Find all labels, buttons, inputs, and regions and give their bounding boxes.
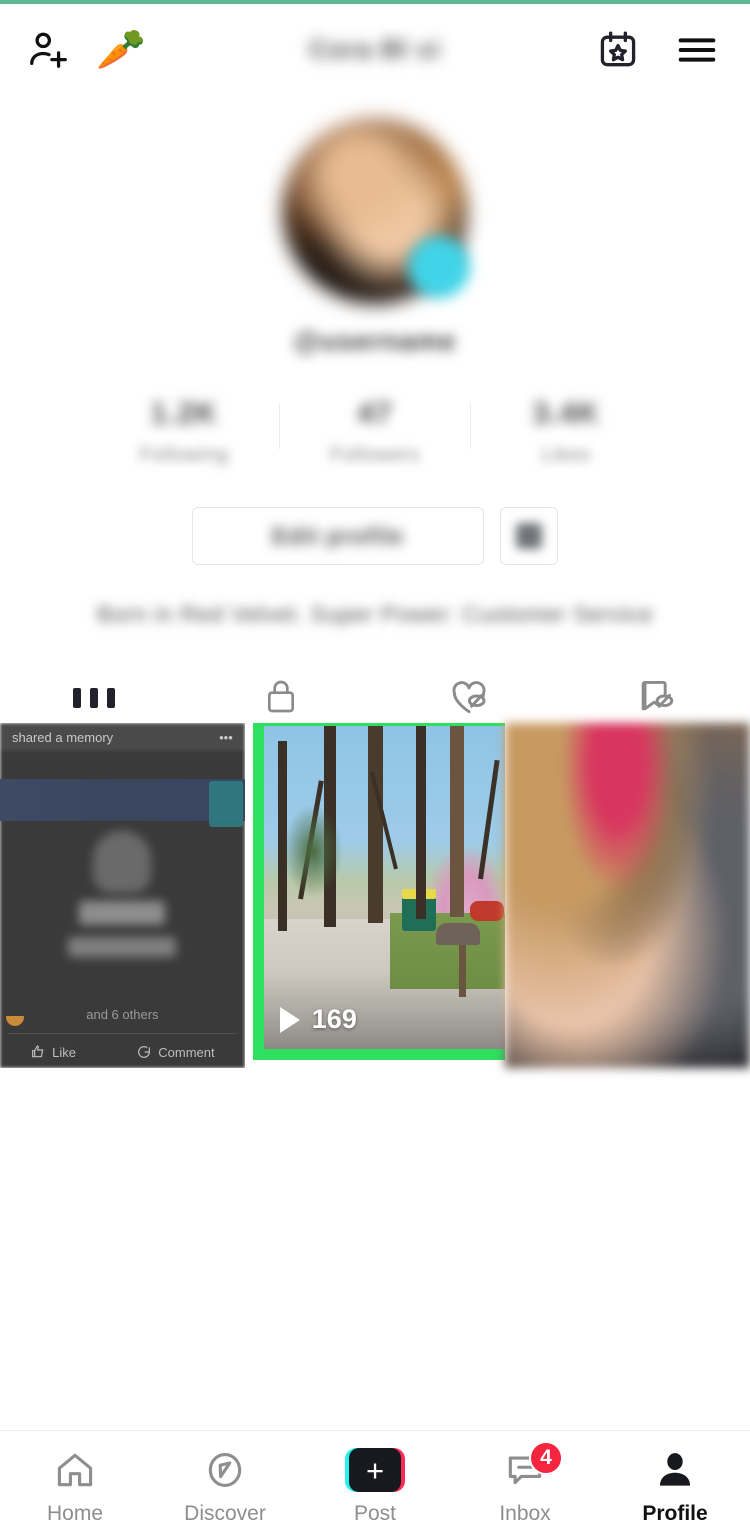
- fb-text-line-2: [68, 937, 177, 957]
- plus-icon: +: [345, 1448, 405, 1492]
- fb-sticker: [208, 781, 243, 827]
- red-bush: [469, 901, 504, 921]
- fb-others-text: and 6 others: [86, 1007, 159, 1022]
- stat-likes-value: 3.4K: [532, 397, 600, 430]
- grid-icon: [72, 688, 115, 708]
- tree-trunk: [367, 726, 383, 923]
- avatar[interactable]: [282, 118, 470, 304]
- fb-header-row: shared a memory •••: [0, 730, 245, 745]
- nav-label-discover: Discover: [184, 1502, 266, 1525]
- calendar-star-icon[interactable]: [596, 28, 640, 72]
- lock-icon: [261, 676, 301, 721]
- person-icon: [653, 1447, 697, 1493]
- stat-following-value: 1.2K: [150, 397, 218, 430]
- fb-action-row: Like Comment: [0, 1044, 245, 1060]
- profile-username: @username: [293, 326, 457, 356]
- home-icon: [53, 1447, 97, 1493]
- selection-highlight-border: 169: [252, 723, 506, 1060]
- page-title: Cora Bl xi: [309, 34, 441, 64]
- fb-comment-action: Comment: [136, 1044, 215, 1060]
- top-bar-left-group: 🥕: [0, 27, 146, 73]
- thumbnail-image-center: 169: [263, 726, 506, 1049]
- fb-divider: [8, 1033, 237, 1034]
- stat-followers[interactable]: 47 Followers: [280, 397, 470, 467]
- top-bar-right-group: [596, 27, 750, 73]
- nav-item-discover[interactable]: Discover: [150, 1431, 300, 1526]
- inbox-badge: 4: [529, 1441, 563, 1475]
- bookmark-hidden-icon: [634, 674, 678, 723]
- bottom-navigation: Home Discover + Post 4 Inbox Profile: [0, 1430, 750, 1536]
- profile-stats: 1.2K Following 47 Followers 3.4K Likes: [0, 397, 750, 467]
- top-bar: 🥕 Cora Bl xi: [0, 4, 750, 96]
- heart-hidden-icon: [447, 674, 491, 723]
- nav-label-post: Post: [353, 1502, 397, 1525]
- video-thumbnail-center[interactable]: 169: [245, 723, 506, 1068]
- fb-more-icon: •••: [219, 730, 233, 745]
- fb-like-action: Like: [30, 1044, 76, 1060]
- play-count-overlay: 169: [279, 1004, 357, 1035]
- stat-followers-label: Followers: [329, 444, 421, 466]
- nav-item-inbox[interactable]: 4 Inbox: [450, 1431, 600, 1526]
- evergreen-foliage: [281, 803, 344, 899]
- fb-text-line-1: [79, 901, 166, 925]
- nav-item-profile[interactable]: Profile: [600, 1431, 750, 1526]
- verified-badge: [408, 236, 470, 298]
- tree-trunk: [449, 726, 464, 917]
- nav-item-home[interactable]: Home: [0, 1431, 150, 1526]
- video-thumbnail-left[interactable]: shared a memory ••• and 6 others Like Co…: [0, 723, 245, 1068]
- video-grid: shared a memory ••• and 6 others Like Co…: [0, 723, 750, 1068]
- carrot-icon[interactable]: 🥕: [96, 30, 146, 70]
- fb-like-label: Like: [52, 1044, 76, 1060]
- fb-avatar: [93, 831, 152, 893]
- nav-item-post[interactable]: + Post: [300, 1431, 450, 1526]
- stat-likes-label: Likes: [541, 444, 591, 466]
- nav-label-home: Home: [46, 1502, 104, 1525]
- tree-trunk: [415, 726, 426, 919]
- profile-bio: Born in Red Velvet. Super Power: Custome…: [96, 601, 654, 627]
- mailbox: [435, 923, 480, 945]
- profile-header: @username 1.2K Following 47 Followers 3.…: [0, 96, 750, 628]
- edit-profile-button[interactable]: Edit profile: [192, 507, 484, 565]
- nav-label-inbox: Inbox: [499, 1502, 551, 1525]
- message-icon: 4: [503, 1441, 563, 1493]
- nav-label-profile: Profile: [642, 1502, 708, 1525]
- bookmark-glyph: [516, 523, 542, 549]
- person-add-icon[interactable]: [26, 27, 72, 73]
- tiktok-profile-screen: 🥕 Cora Bl xi @username 1.2K Following 47…: [0, 0, 750, 1536]
- fb-comment-label: Comment: [158, 1044, 215, 1060]
- post-plus-glyph: +: [349, 1448, 401, 1492]
- play-icon: [279, 1006, 300, 1033]
- play-count-value: 169: [311, 1004, 357, 1034]
- hamburger-menu-icon[interactable]: [674, 27, 720, 73]
- post-button[interactable]: +: [345, 1447, 405, 1493]
- bookmark-icon[interactable]: [500, 507, 558, 565]
- profile-actions: Edit profile: [192, 507, 558, 565]
- video-thumbnail-right[interactable]: [505, 723, 750, 1068]
- mailbox-post: [458, 941, 466, 997]
- stat-following-label: Following: [139, 444, 229, 466]
- stat-likes[interactable]: 3.4K Likes: [471, 397, 661, 467]
- edit-profile-label: Edit profile: [271, 522, 405, 549]
- stat-following[interactable]: 1.2K Following: [89, 397, 279, 467]
- compass-icon: [203, 1447, 247, 1493]
- fb-memory-text: shared a memory: [12, 730, 114, 745]
- stat-followers-value: 47: [357, 397, 393, 430]
